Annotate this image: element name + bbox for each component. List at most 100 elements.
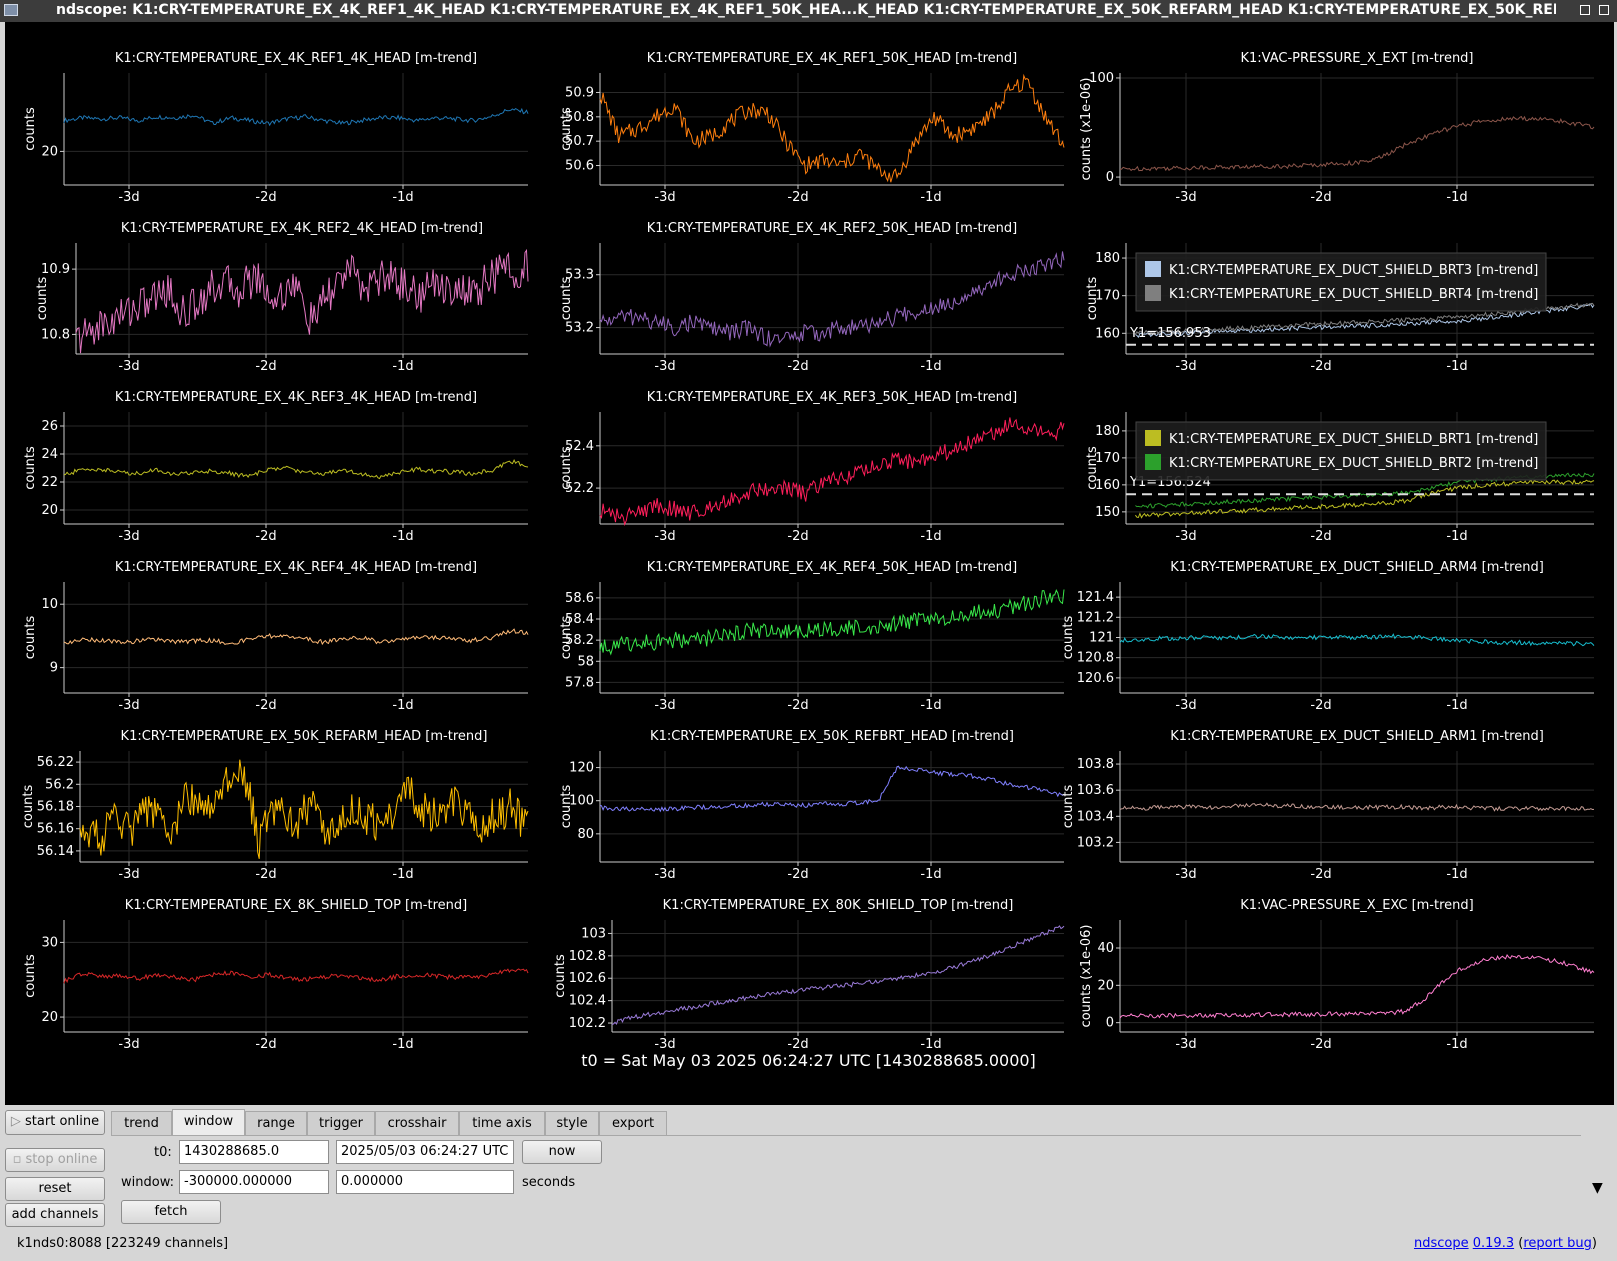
y-axis-label: counts — [559, 277, 574, 321]
expand-arrow-icon[interactable]: ▼ — [1592, 1180, 1603, 1196]
y-axis-label: counts (x1e-06) — [1079, 78, 1094, 181]
x-tick-label: -1d — [920, 698, 941, 713]
start-online-button[interactable]: ▷ start online — [5, 1110, 105, 1135]
plot-title: K1:CRY-TEMPERATURE_EX_DUCT_SHIELD_ARM4 [… — [1170, 560, 1544, 575]
x-tick-label: -2d — [255, 359, 276, 374]
maximize-icon[interactable] — [1599, 5, 1609, 15]
legend-entry: K1:CRY-TEMPERATURE_EX_DUCT_SHIELD_BRT2 [… — [1169, 456, 1538, 471]
plot-title: K1:CRY-TEMPERATURE_EX_4K_REF1_4K_HEAD [m… — [115, 51, 477, 66]
x-tick-label: -1d — [1446, 529, 1467, 544]
tab-crosshair[interactable]: crosshair — [375, 1111, 459, 1135]
plot-panel[interactable]: -3d -2d -1d 20counts K1:CRY-TEMPERATURE_EX_4… — [23, 51, 529, 205]
y-tick-label: 58.6 — [565, 591, 594, 606]
x-tick-label: -1d — [1446, 359, 1467, 374]
series-line — [63, 628, 529, 646]
series-line — [611, 925, 1065, 1025]
plot-panel[interactable]: -3d -2d -1d 120.6 120.8 121 121.2 121.4counts K1… — [1061, 560, 1595, 713]
tab-trigger[interactable]: trigger — [307, 1111, 375, 1135]
minimize-icon[interactable] — [1580, 5, 1590, 15]
x-tick-label: -2d — [255, 698, 276, 713]
series-line — [63, 459, 529, 480]
plot-area[interactable]: -3d -2d -1d 20 counts K1:CRY-TEMPERATURE_EX_4… — [5, 22, 1614, 1105]
now-button[interactable]: now — [522, 1140, 602, 1164]
fetch-button[interactable]: fetch — [121, 1200, 221, 1224]
series-line — [599, 251, 1065, 348]
plot-panel[interactable]: -3d -2d -1d160170180countsY1=156.953K1:CRY… — [1085, 243, 1595, 374]
window-start-input[interactable]: -300000.000000 — [179, 1170, 329, 1194]
window-end-input[interactable]: 0.000000 — [336, 1170, 514, 1194]
plot-title: K1:CRY-TEMPERATURE_EX_4K_REF1_50K_HEAD [… — [647, 51, 1018, 66]
y-axis-label: counts — [23, 616, 38, 660]
y-axis-label: counts — [1061, 616, 1076, 660]
plot-panel[interactable]: -3d -2d -1d 56.14 56.16 56.18 56.2 56.22counts K… — [21, 729, 529, 882]
x-tick-label: -1d — [920, 1037, 941, 1052]
ndscope-link[interactable]: ndscope — [1414, 1236, 1469, 1251]
y-tick-label: 24 — [41, 447, 58, 462]
plot-panel[interactable]: -3d -2d -1d50.650.750.850.9countsK1:CRY-TE… — [559, 51, 1065, 205]
x-tick-label: -2d — [1310, 190, 1331, 205]
plot-panel[interactable]: -3d -2d -1d 20 22 24 26counts K1:CRY-TEMPERATUR… — [23, 390, 529, 544]
series-line — [599, 765, 1065, 813]
plot-panel[interactable]: -3d -2d -1d 0 20 40counts (x1e-06) K1:VAC-PRES… — [1079, 898, 1595, 1052]
add-channels-button[interactable]: add channels — [5, 1203, 105, 1227]
seconds-label: seconds — [522, 1175, 576, 1190]
y-tick-label: 0 — [1106, 1016, 1114, 1031]
plot-panel[interactable]: -3d -2d -1d80100120countsK1:CRY-TEMPERATUR… — [559, 729, 1065, 882]
tab-export[interactable]: export — [599, 1111, 667, 1135]
window-titlebar[interactable]: ndscope: K1:CRY-TEMPERATURE_EX_4K_REF1_4… — [0, 0, 1617, 22]
stop-icon: ▫ — [12, 1152, 26, 1167]
plot-panel[interactable]: -3d -2d -1d 10.8 10.9counts K1:CRY-TEMPERATUR… — [35, 221, 529, 374]
x-tick-label: -2d — [255, 529, 276, 544]
version-link[interactable]: 0.19.3 — [1473, 1236, 1514, 1251]
stop-online-label: stop online — [25, 1152, 98, 1167]
tab-time-axis[interactable]: time axis — [459, 1111, 545, 1135]
x-tick-label: -2d — [255, 1037, 276, 1052]
y-axis-label: counts — [559, 107, 574, 151]
plot-panel[interactable]: -3d -2d -1d 102.2 102.4 102.6 102.8 103 counts K1… — [553, 898, 1065, 1052]
y-tick-label: 20 — [41, 144, 58, 159]
tab-pane-border — [111, 1135, 1581, 1136]
tab-range[interactable]: range — [245, 1111, 307, 1135]
plot-panel[interactable]: -3d -2d -1d 20 30counts K1:CRY-TEMPERATURE_EX… — [23, 898, 529, 1052]
x-tick-label: -2d — [1310, 698, 1331, 713]
window-field-label: window: — [121, 1175, 174, 1190]
plot-panel[interactable]: -3d -2d -1d0100counts (x1e-06)K1:VAC-PRESS… — [1079, 51, 1595, 205]
x-tick-label: -1d — [392, 190, 413, 205]
x-tick-label: -2d — [787, 867, 808, 882]
x-tick-label: -1d — [920, 867, 941, 882]
y-axis-label: counts — [21, 785, 36, 829]
t0-utc-input[interactable]: 2025/05/03 06:24:27 UTC — [336, 1140, 514, 1164]
plot-panel[interactable]: -3d -2d -1d52.252.4countsK1:CRY-TEMPERATUR… — [559, 390, 1065, 544]
x-tick-label: -3d — [654, 698, 675, 713]
plot-panel[interactable]: -3d -2d -1d57.85858.258.458.6countsK1:CRY-… — [559, 560, 1065, 713]
plot-panel[interactable]: -3d -2d -1d 103.2 103.4 103.6 103.8counts K1:CR… — [1061, 729, 1595, 882]
y-tick-label: 10 — [41, 597, 58, 612]
tab-trend[interactable]: trend — [111, 1111, 172, 1135]
legend-box — [1135, 421, 1547, 481]
t0-gps-input[interactable]: 1430288685.0 — [179, 1140, 329, 1164]
series-line — [63, 968, 529, 984]
x-tick-label: -3d — [1175, 1037, 1196, 1052]
tab-window[interactable]: window — [172, 1109, 245, 1136]
x-tick-label: -3d — [1175, 529, 1196, 544]
y-tick-label: 103.8 — [1077, 757, 1114, 772]
plots-canvas[interactable]: -3d -2d -1d 20 counts K1:CRY-TEMPERATURE_EX_4… — [5, 22, 1614, 1105]
y-tick-label: 120.6 — [1077, 671, 1114, 686]
plot-panel[interactable]: -3d -2d -1d53.253.3countsK1:CRY-TEMPERATUR… — [559, 221, 1065, 374]
tab-style[interactable]: style — [545, 1111, 599, 1135]
plot-panel[interactable]: -3d -2d -1d 9 10counts K1:CRY-TEMPERATURE_EX_… — [23, 560, 529, 713]
y-tick-label: 56.22 — [37, 755, 74, 770]
plot-title: K1:CRY-TEMPERATURE_EX_80K_SHIELD_TOP [m-… — [663, 898, 1014, 913]
plot-panel[interactable]: -3d -2d -1d150160170180counts Y1=156.524K1:… — [1085, 412, 1595, 544]
report-bug-link[interactable]: report bug — [1523, 1236, 1592, 1251]
y-axis-label: counts — [559, 785, 574, 829]
y-axis-label: counts — [553, 954, 568, 998]
y-tick-label: 9 — [50, 661, 58, 676]
app-links: ndscope 0.19.3 (report bug) — [1413, 1236, 1597, 1251]
reset-button[interactable]: reset — [5, 1177, 105, 1201]
legend-swatch — [1145, 430, 1161, 446]
x-tick-label: -3d — [654, 1037, 675, 1052]
x-tick-label: -2d — [787, 359, 808, 374]
x-tick-label: -1d — [1446, 867, 1467, 882]
y-tick-label: 50.6 — [565, 159, 594, 174]
